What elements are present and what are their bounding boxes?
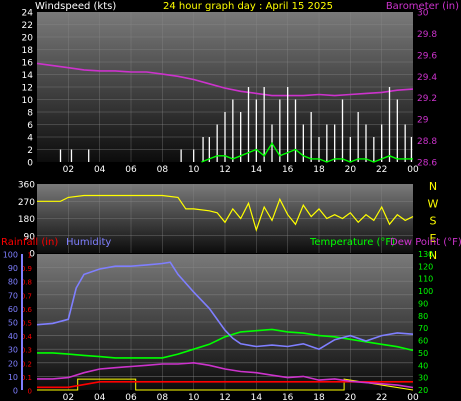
wind-time-tick-label: 02: [63, 165, 74, 175]
weather-graph: 24 hour graph day : April 15 2025 Windspe…: [1, 1, 461, 401]
windspeed-axis-label: Windspeed (kts): [35, 1, 116, 12]
temperature-tick-label: 90: [418, 299, 428, 308]
windspeed-tick-label: 18: [22, 46, 34, 56]
temperature-tick-label: 40: [418, 361, 428, 370]
humidity-tick-label: 30: [8, 346, 18, 355]
temperature-axis-label: Temperature (°F): [309, 237, 395, 248]
windspeed-tick-label: 14: [22, 71, 34, 81]
temp-time-tick-label: 04: [94, 393, 106, 401]
wind-time-tick-label: 14: [251, 165, 263, 175]
humidity-tick-label: 60: [8, 305, 18, 314]
direction-tick-label: 180: [18, 215, 35, 225]
humidity-tick-label: 90: [8, 264, 18, 273]
windspeed-tick-label: 22: [22, 21, 33, 31]
humidity-tick-label: 50: [8, 319, 18, 328]
humidity-tick-label: 100: [3, 251, 18, 260]
humidity-axis-label: Humidity: [66, 237, 111, 248]
humidity-tick-label: 0: [13, 387, 18, 396]
temp-time-tick-label: 22: [376, 393, 387, 401]
wind-time-tick-label: 16: [282, 165, 294, 175]
compass-letter: W: [428, 197, 439, 210]
windspeed-tick-label: 24: [22, 9, 34, 19]
wind-time-tick-label: 18: [313, 165, 325, 175]
wind-time-tick-label: 10: [188, 165, 200, 175]
temperature-tick-label: 100: [418, 287, 433, 296]
humidity-tick-label: 70: [8, 291, 18, 300]
direction-tick-label: 270: [18, 198, 35, 208]
temp-time-tick-label: 20: [345, 393, 357, 401]
barometer-tick-label: 28.6: [417, 159, 437, 169]
barometer-tick-label: 29.2: [417, 94, 437, 104]
barometer-tick-label: 29.4: [417, 73, 437, 83]
humidity-tick-label: 20: [8, 359, 18, 368]
rainfall-tick-label: 0: [28, 388, 32, 396]
temperature-tick-label: 110: [418, 275, 433, 284]
wind-time-tick-label: 22: [376, 165, 387, 175]
barometer-tick-label: 29.6: [417, 51, 437, 61]
rainfall-axis-label: Rainfall (in): [1, 237, 58, 248]
barometer-tick-label: 28.8: [417, 137, 437, 147]
windspeed-tick-label: 0: [27, 159, 33, 169]
humidity-tick-label: 10: [8, 373, 18, 382]
temperature-tick-label: 30: [418, 374, 428, 383]
chart-title: 24 hour graph day : April 15 2025: [163, 1, 333, 12]
windspeed-tick-label: 20: [22, 34, 34, 44]
humidity-tick-label: 80: [8, 278, 18, 287]
wind-time-tick-label: 06: [125, 165, 137, 175]
windspeed-tick-label: 2: [27, 146, 33, 156]
humidity-tick-label: 40: [8, 332, 18, 341]
wind-time-tick-label: 00: [407, 165, 419, 175]
temperature-tick-label: 50: [418, 349, 428, 358]
barometer-tick-label: 29: [417, 116, 429, 126]
compass-letter: N: [429, 180, 437, 193]
temp-time-tick-label: 02: [63, 393, 74, 401]
temp-time-tick-label: 18: [313, 393, 325, 401]
temp-time-tick-label: 14: [251, 393, 263, 401]
windspeed-tick-label: 10: [22, 96, 34, 106]
temp-time-tick-label: 08: [157, 393, 169, 401]
wind-time-tick-label: 04: [94, 165, 106, 175]
temperature-tick-label: 70: [418, 324, 428, 333]
windspeed-tick-label: 8: [27, 109, 33, 119]
wind-time-tick-label: 12: [219, 165, 230, 175]
windspeed-tick-label: 6: [27, 121, 33, 131]
temp-time-tick-label: 16: [282, 393, 294, 401]
wind-time-tick-label: 20: [345, 165, 357, 175]
dewpoint-axis-label: Dew Point (°F): [390, 237, 461, 248]
windspeed-tick-label: 4: [27, 134, 33, 144]
direction-tick-label: 360: [18, 181, 35, 191]
temperature-tick-label: 130: [418, 250, 433, 259]
windspeed-tick-label: 16: [22, 59, 34, 69]
temp-time-tick-label: 06: [125, 393, 137, 401]
temperature-tick-label: 80: [418, 312, 428, 321]
temp-time-tick-label: 12: [219, 393, 230, 401]
barometer-tick-label: 30: [417, 9, 429, 19]
temperature-tick-label: 120: [418, 262, 433, 271]
compass-letter: S: [430, 215, 437, 228]
barometer-tick-label: 29.8: [417, 30, 437, 40]
temp-time-tick-label: 10: [188, 393, 200, 401]
temp-time-tick-label: 00: [407, 393, 419, 401]
wind-time-tick-label: 08: [157, 165, 169, 175]
windspeed-tick-label: 12: [22, 84, 33, 94]
temperature-tick-label: 60: [418, 337, 428, 346]
rainfall-tick-label: 1: [28, 252, 32, 260]
temperature-tick-label: 20: [418, 386, 428, 395]
